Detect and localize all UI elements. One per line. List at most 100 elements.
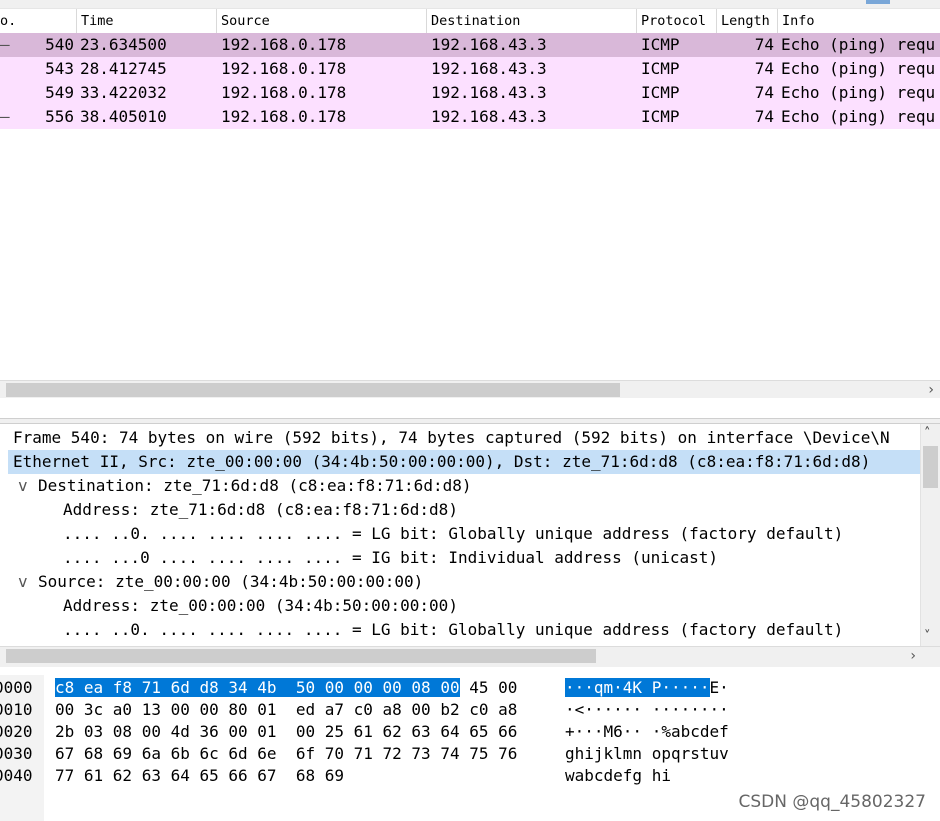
cell-length: 74	[754, 35, 774, 54]
details-vscrollbar[interactable]: ˄ ˅	[920, 424, 940, 646]
cell-info: Echo (ping) requ	[781, 35, 936, 54]
hex-bytes[interactable]: 2b 03 08 00 4d 36 00 01 00 25 61 62 63 6…	[55, 721, 517, 743]
column-header: o. Time Source Destination Protocol Leng…	[0, 8, 940, 34]
byte-offset: 0030	[0, 744, 33, 763]
ascii-bytes[interactable]: ·<······ ········	[565, 699, 729, 721]
tree-item[interactable]: v Destination: zte_71:6d:d8 (c8:ea:f8:71:…	[0, 474, 921, 498]
packet-list-pane[interactable]: o. Time Source Destination Protocol Leng…	[0, 0, 940, 398]
hex-text: 77 61 62 63 64 65 66 67 68 69	[55, 766, 344, 785]
cell-time: 38.405010	[80, 107, 167, 126]
ascii-text: ghijklmn opqrstuv	[565, 744, 729, 763]
cell-source: 192.168.0.178	[221, 107, 347, 126]
hex-text: 67 68 69 6a 6b 6c 6d 6e 6f 70 71 72 73 7…	[55, 744, 518, 763]
scroll-right-icon[interactable]: ›	[928, 381, 934, 398]
packet-row[interactable]: 543 28.412745 192.168.0.178 192.168.43.3 ICM…	[0, 57, 940, 81]
cell-info: Echo (ping) requ	[781, 59, 936, 78]
ascii-text: ·<······ ········	[565, 700, 729, 719]
tree-item-label: Address: zte_71:6d:d8 (c8:ea:f8:71:6d:d8…	[63, 500, 458, 519]
tree-item[interactable]: ·Ethernet II, Src: zte_00:00:00 (34:4b:5…	[8, 450, 921, 474]
scrollbar-thumb[interactable]	[6, 383, 620, 397]
hex-bytes[interactable]: 00 3c a0 13 00 00 80 01 ed a7 c0 a8 00 b…	[55, 699, 517, 721]
tree-item-label: .... ..0. .... .... .... .... = LG bit: …	[63, 524, 844, 543]
cell-info: Echo (ping) requ	[781, 83, 936, 102]
hex-bytes[interactable]: 77 61 62 63 64 65 66 67 68 69	[55, 765, 344, 787]
tree-item[interactable]: Frame 540: 74 bytes on wire (592 bits), …	[0, 426, 921, 450]
packet-row[interactable]: –540 23.634500 192.168.0.178 192.168.43.3 IC…	[0, 33, 940, 57]
tree-item[interactable]: Address: zte_71:6d:d8 (c8:ea:f8:71:6d:d8…	[0, 498, 921, 522]
tree-item[interactable]: .... ..0. .... .... .... .... = LG bit: …	[0, 522, 921, 546]
cell-time: 23.634500	[80, 35, 167, 54]
cell-no: 556	[45, 107, 74, 126]
hex-text: 00 3c a0 13 00 00 80 01 ed a7 c0 a8 00 b…	[55, 700, 518, 719]
packet-bytes-pane[interactable]: 0000 c8 ea f8 71 6d d8 34 4b 50 00 00 00 …	[0, 675, 940, 821]
column-info[interactable]: Info	[778, 9, 940, 33]
tree-item-label: Address: zte_00:00:00 (34:4b:50:00:00:00…	[63, 596, 458, 615]
ascii-bytes[interactable]: +···M6·· ·%abcdef	[565, 721, 729, 743]
cell-protocol: ICMP	[641, 59, 680, 78]
tree-item[interactable]: .... ...0 .... .... .... .... = IG bit: …	[0, 546, 921, 570]
hex-selection[interactable]: c8 ea f8 71 6d d8 34 4b 50 00 00 00 08 0…	[55, 678, 460, 697]
byte-offset: 0020	[0, 722, 33, 741]
cell-source: 192.168.0.178	[221, 83, 347, 102]
ascii-selection[interactable]: ···qm·4K P·····	[565, 678, 710, 697]
tree-item-label: .... ..0. .... .... .... .... = LG bit: …	[63, 620, 844, 639]
column-destination[interactable]: Destination	[427, 9, 637, 33]
column-length[interactable]: Length	[717, 9, 778, 33]
ascii-text: E·	[709, 678, 729, 697]
column-no[interactable]: o.	[0, 9, 77, 33]
byte-offset: 0000	[0, 678, 33, 697]
cell-protocol: ICMP	[641, 83, 680, 102]
hex-text: 2b 03 08 00 4d 36 00 01 00 25 61 62 63 6…	[55, 722, 518, 741]
tree-item-label: Destination: zte_71:6d:d8 (c8:ea:f8:71:6…	[38, 476, 472, 495]
tree-item-label: Ethernet II, Src: zte_00:00:00 (34:4b:50…	[13, 452, 871, 471]
column-protocol[interactable]: Protocol	[637, 9, 717, 33]
cell-destination: 192.168.43.3	[431, 35, 547, 54]
cell-length: 74	[754, 107, 774, 126]
chevron-down-icon[interactable]: v	[18, 570, 28, 594]
tree-item[interactable]: v Source: zte_00:00:00 (34:4b:50:00:00:00…	[0, 570, 921, 594]
packet-row[interactable]: 549 33.422032 192.168.0.178 192.168.43.3 ICM…	[0, 81, 940, 105]
cell-protocol: ICMP	[641, 35, 680, 54]
cell-destination: 192.168.43.3	[431, 107, 547, 126]
cell-source: 192.168.0.178	[221, 59, 347, 78]
cell-length: 74	[754, 59, 774, 78]
scrollbar-thumb[interactable]	[6, 649, 596, 663]
scroll-up-icon[interactable]: ˄	[924, 426, 931, 441]
cell-protocol: ICMP	[641, 107, 680, 126]
toolbar-remnant	[0, 0, 940, 8]
ascii-bytes[interactable]: ghijklmn opqrstuv	[565, 743, 729, 765]
packet-details-pane[interactable]: Frame 540: 74 bytes on wire (592 bits), …	[0, 424, 940, 646]
cell-length: 74	[754, 83, 774, 102]
ascii-text: +···M6·· ·%abcdef	[565, 722, 729, 741]
ascii-bytes[interactable]: ···qm·4K P·····E·	[565, 677, 729, 699]
ascii-bytes[interactable]: wabcdefg hi	[565, 765, 671, 787]
packet-row[interactable]: –556 38.405010 192.168.0.178 192.168.43.3 IC…	[0, 105, 940, 129]
cell-no: 540	[45, 35, 74, 54]
tree-item-label: .... ...0 .... .... .... .... = IG bit: …	[63, 548, 719, 567]
cell-source: 192.168.0.178	[221, 35, 347, 54]
column-time[interactable]: Time	[77, 9, 217, 33]
tree-item-label: Frame 540: 74 bytes on wire (592 bits), …	[13, 428, 890, 447]
byte-offset: 0040	[0, 766, 33, 785]
packet-list-hscrollbar[interactable]: ›	[0, 380, 940, 398]
byte-offset: 0010	[0, 700, 33, 719]
cell-time: 33.422032	[80, 83, 167, 102]
details-hscrollbar[interactable]: ›	[0, 646, 940, 667]
toolbar-button-remnant[interactable]	[866, 0, 890, 4]
hex-text: 45 00	[459, 678, 518, 697]
watermark: CSDN @qq_45802327	[738, 792, 926, 812]
tree-item[interactable]: .... ..0. .... .... .... .... = LG bit: …	[0, 618, 921, 642]
cell-info: Echo (ping) requ	[781, 107, 936, 126]
tree-item[interactable]: Address: zte_00:00:00 (34:4b:50:00:00:00…	[0, 594, 921, 618]
scroll-right-icon[interactable]: ›	[910, 647, 916, 665]
ascii-text: wabcdefg hi	[565, 766, 671, 785]
hex-bytes[interactable]: 67 68 69 6a 6b 6c 6d 6e 6f 70 71 72 73 7…	[55, 743, 517, 765]
chevron-down-icon[interactable]: v	[18, 474, 28, 498]
cell-no: 543	[45, 59, 74, 78]
hex-bytes[interactable]: c8 ea f8 71 6d d8 34 4b 50 00 00 00 08 0…	[55, 677, 517, 699]
cell-time: 28.412745	[80, 59, 167, 78]
column-source[interactable]: Source	[217, 9, 427, 33]
collapse-marker-icon[interactable]: ·	[8, 450, 10, 474]
scrollbar-thumb[interactable]	[923, 446, 938, 488]
scroll-down-icon[interactable]: ˅	[924, 629, 931, 644]
